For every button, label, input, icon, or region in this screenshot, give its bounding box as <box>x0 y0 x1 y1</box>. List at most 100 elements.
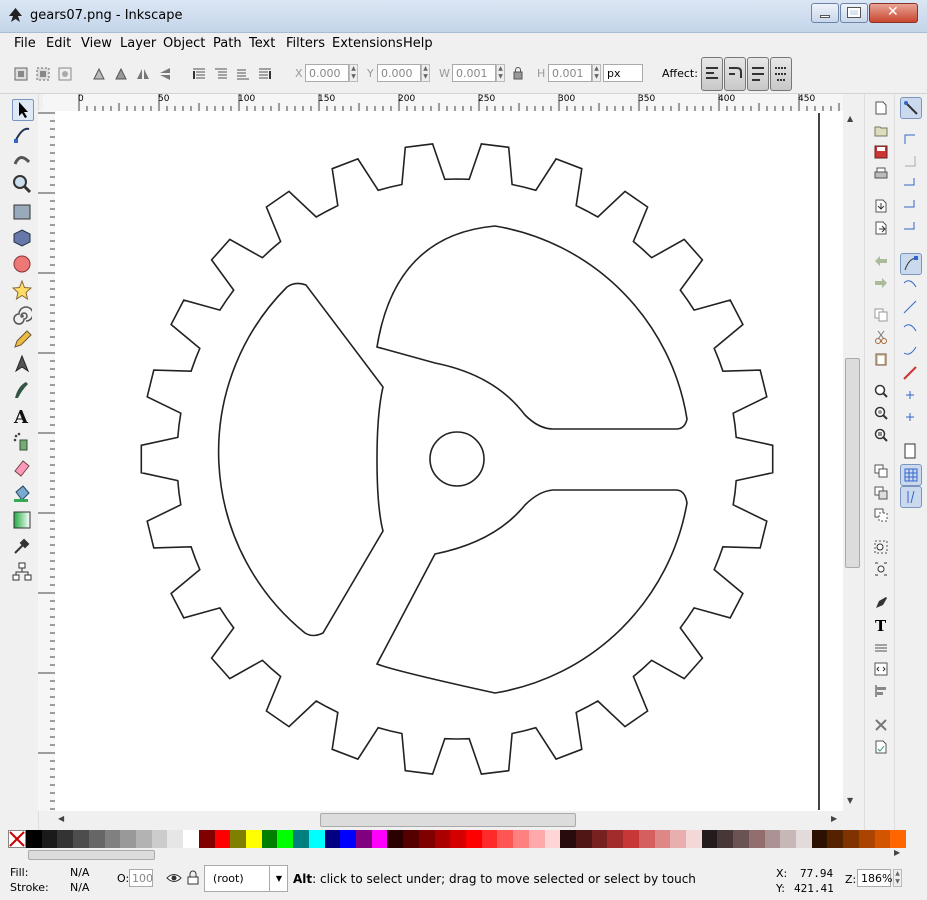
zoom-input[interactable]: 186% <box>857 869 892 887</box>
opacity-input[interactable]: 100 <box>129 869 153 887</box>
fill-stroke-icon[interactable] <box>874 596 888 610</box>
color-swatch[interactable] <box>544 830 561 848</box>
snap-bbox-corner-icon[interactable] <box>900 173 920 193</box>
color-swatch[interactable] <box>277 830 294 848</box>
print-icon[interactable] <box>874 167 888 181</box>
color-swatch[interactable] <box>151 830 168 848</box>
connector-tool-icon[interactable] <box>12 562 32 582</box>
color-swatch[interactable] <box>591 830 608 848</box>
color-swatch[interactable] <box>764 830 781 848</box>
x-input[interactable]: 0.000 <box>305 64 349 82</box>
palette-scrollbar[interactable]: ▶ <box>8 848 906 862</box>
menu-help[interactable]: Help <box>403 36 433 51</box>
color-swatch[interactable] <box>576 830 592 848</box>
save-icon[interactable] <box>874 145 888 159</box>
align-distribute-icon[interactable] <box>874 684 888 698</box>
color-swatch[interactable] <box>638 830 655 848</box>
menu-path[interactable]: Path <box>213 36 242 51</box>
layers-icon[interactable] <box>874 640 888 654</box>
color-swatch[interactable] <box>874 830 891 848</box>
snap-object-centers-icon[interactable] <box>900 385 920 405</box>
color-swatch[interactable] <box>340 830 357 848</box>
horizontal-scroll-thumb[interactable] <box>320 813 576 827</box>
snap-bbox-center-icon[interactable] <box>900 217 920 237</box>
zoom-tool-icon[interactable] <box>12 174 32 194</box>
snap-guides-icon[interactable] <box>900 486 922 508</box>
zoom-stepper[interactable]: ▲ ▼ <box>893 869 902 887</box>
color-swatch[interactable] <box>623 830 640 848</box>
gear-center-hole[interactable] <box>429 431 485 487</box>
scroll-right-icon[interactable]: ▶ <box>831 814 837 823</box>
color-swatch[interactable] <box>230 830 247 848</box>
color-swatch[interactable] <box>780 830 797 848</box>
color-swatch[interactable] <box>73 830 90 848</box>
raise-to-top-icon[interactable] <box>192 67 206 81</box>
select-all-layers-icon[interactable] <box>36 67 50 81</box>
zoom-drawing-icon[interactable] <box>874 406 888 420</box>
group-icon[interactable] <box>874 540 888 554</box>
color-swatch[interactable] <box>560 830 577 848</box>
affect-gradients-button[interactable] <box>747 57 769 91</box>
new-document-icon[interactable] <box>874 101 888 115</box>
paste-icon[interactable] <box>874 352 888 366</box>
preferences-icon[interactable] <box>874 718 888 732</box>
stroke-value[interactable]: N/A <box>70 881 89 894</box>
color-swatch[interactable] <box>796 830 812 848</box>
minimize-button[interactable] <box>811 3 839 23</box>
height-input[interactable]: 0.001 <box>548 64 592 82</box>
y-stepper[interactable]: ▲ ▼ <box>421 64 430 82</box>
snap-bbox-midpoint-icon[interactable] <box>900 195 920 215</box>
menu-file[interactable]: File <box>14 36 36 51</box>
snap-bbox-icon[interactable] <box>900 129 920 149</box>
color-swatch[interactable] <box>387 830 404 848</box>
color-swatch[interactable] <box>434 830 451 848</box>
document-properties-icon[interactable] <box>874 740 888 754</box>
import-icon[interactable] <box>874 199 888 213</box>
raise-icon[interactable] <box>214 67 228 81</box>
snap-intersections-icon[interactable] <box>900 297 920 317</box>
scroll-up-icon[interactable]: ▲ <box>847 114 853 123</box>
spiral-tool-icon[interactable] <box>12 306 32 326</box>
color-swatch[interactable] <box>41 830 58 848</box>
clone-icon[interactable] <box>874 486 888 500</box>
open-icon[interactable] <box>874 123 888 137</box>
eraser-tool-icon[interactable] <box>12 458 32 478</box>
palette-scroll-thumb[interactable] <box>28 850 155 860</box>
color-swatch[interactable] <box>261 830 278 848</box>
color-swatch[interactable] <box>481 830 498 848</box>
width-input[interactable]: 0.001 <box>452 64 496 82</box>
ellipse-tool-icon[interactable] <box>12 254 32 274</box>
node-tool-icon[interactable] <box>12 125 32 145</box>
deselect-icon[interactable] <box>58 67 72 81</box>
close-button[interactable]: ✕ <box>869 3 918 23</box>
snap-bbox-edge-icon[interactable] <box>900 151 920 171</box>
gradient-tool-icon[interactable] <box>12 510 32 530</box>
menu-filters[interactable]: Filters <box>286 36 325 51</box>
eye-icon[interactable] <box>166 871 182 885</box>
vertical-scrollbar[interactable]: ▲ ▼ <box>843 94 861 810</box>
rect-tool-icon[interactable] <box>12 202 32 222</box>
color-swatch[interactable] <box>183 830 200 848</box>
snap-nodes-icon[interactable] <box>900 253 922 275</box>
pencil-tool-icon[interactable] <box>12 330 32 350</box>
scroll-down-icon[interactable]: ▼ <box>847 796 853 805</box>
box3d-tool-icon[interactable] <box>12 228 32 248</box>
color-swatch[interactable] <box>748 830 765 848</box>
color-swatch[interactable] <box>88 830 105 848</box>
color-swatch[interactable] <box>890 830 907 848</box>
color-swatch[interactable] <box>717 830 734 848</box>
snap-smooth-nodes-icon[interactable] <box>900 341 920 361</box>
text-font-icon[interactable]: T <box>874 618 888 632</box>
color-swatch[interactable] <box>686 830 702 848</box>
color-swatch[interactable] <box>167 830 184 848</box>
color-swatch[interactable] <box>466 830 482 848</box>
copy-icon[interactable] <box>874 308 888 322</box>
menu-object[interactable]: Object <box>163 36 205 51</box>
snap-toggle-icon[interactable] <box>900 97 922 119</box>
color-swatch[interactable] <box>26 830 42 848</box>
color-swatch[interactable] <box>843 830 860 848</box>
color-swatch[interactable] <box>403 830 420 848</box>
lock-icon[interactable] <box>187 870 199 885</box>
color-swatch[interactable] <box>670 830 687 848</box>
color-swatch[interactable] <box>324 830 341 848</box>
